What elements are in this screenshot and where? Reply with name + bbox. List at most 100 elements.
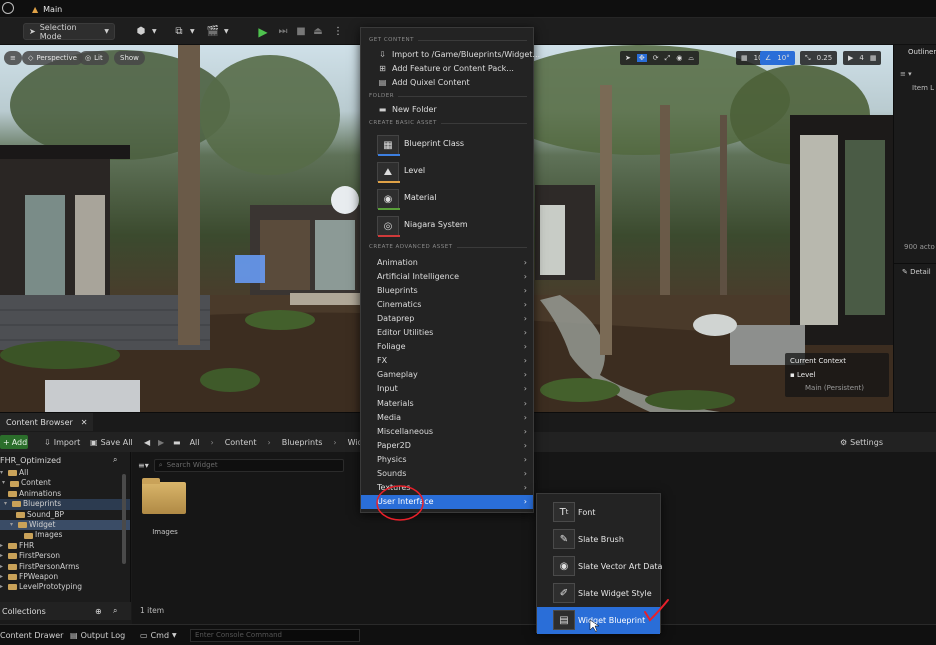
viewport-menu-button[interactable]: ≡ bbox=[4, 51, 22, 65]
menu-category-gameplay[interactable]: Gameplay › bbox=[361, 368, 533, 382]
breadcrumb-blueprints[interactable]: Blueprints bbox=[282, 438, 323, 447]
output-log-button[interactable]: ▤ Output Log bbox=[70, 629, 125, 642]
submenu-item-widget-blueprint[interactable]: ▤ Widget Blueprint bbox=[537, 607, 660, 634]
eject-button[interactable]: ⏏ bbox=[311, 23, 325, 40]
back-icon: ◀ bbox=[144, 437, 151, 447]
context-level[interactable]: ▪ Level bbox=[790, 371, 815, 379]
menu-category-physics[interactable]: Physics › bbox=[361, 452, 533, 466]
tree-item-firstpersonarms[interactable]: ▸ FirstPersonArms bbox=[0, 562, 130, 572]
folder-icon bbox=[8, 553, 17, 560]
level-tab[interactable]: ▲ Main bbox=[22, 0, 72, 18]
tree-item-blueprints[interactable]: ▾ Blueprints bbox=[0, 499, 130, 510]
menu-item-niagara-system[interactable]: ◎ Niagara System bbox=[361, 213, 533, 238]
menu-item-new-folder[interactable]: ▬ New Folder bbox=[361, 103, 533, 116]
stop-button[interactable]: ■ bbox=[294, 23, 308, 40]
save-all-button[interactable]: ▣ Save All bbox=[90, 435, 133, 449]
breadcrumb-all[interactable]: All bbox=[190, 438, 200, 447]
search-icon[interactable]: ⌕ bbox=[113, 455, 117, 465]
move-icon[interactable]: ✥ bbox=[636, 54, 647, 62]
menu-item-material[interactable]: ◉ Material bbox=[361, 186, 533, 211]
content-drawer-button[interactable]: Content Drawer bbox=[0, 629, 63, 642]
menu-category-dataprep[interactable]: Dataprep › bbox=[361, 311, 533, 325]
scale-snap[interactable]: ⤡ 0.25 bbox=[800, 51, 838, 65]
lit-button[interactable]: ◎ Lit bbox=[79, 51, 109, 65]
menu-category-input[interactable]: Input › bbox=[361, 382, 533, 396]
content-browser-tab[interactable]: Content Browser ✕ bbox=[0, 413, 94, 431]
perspective-icon: ◇ bbox=[28, 54, 34, 62]
import-button[interactable]: ⇩ Import bbox=[44, 435, 80, 449]
breadcrumb-content[interactable]: Content bbox=[225, 438, 257, 447]
cinematics-button[interactable]: 🎬 ▼ bbox=[206, 23, 229, 40]
context-level-name: Main (Persistent) bbox=[805, 384, 865, 392]
tree-item-widget[interactable]: ▾ Widget bbox=[0, 519, 130, 531]
project-root[interactable]: FHR_Optimized bbox=[0, 456, 61, 465]
menu-category-media[interactable]: Media › bbox=[361, 410, 533, 424]
menu-item-blueprint-class[interactable]: ▦ Blueprint Class bbox=[361, 132, 533, 157]
submenu-item-slate-widget-style[interactable]: ✐ Slate Widget Style bbox=[537, 580, 660, 607]
menu-category-materials[interactable]: Materials › bbox=[361, 396, 533, 410]
angle-snap[interactable]: ∠ 10° bbox=[760, 51, 795, 65]
menu-category-miscellaneous[interactable]: Miscellaneous › bbox=[361, 424, 533, 438]
submenu-item-font[interactable]: Tt Font bbox=[537, 499, 660, 526]
step-button[interactable]: ⏭ bbox=[276, 23, 290, 40]
console-input[interactable]: Enter Console Command bbox=[190, 629, 360, 642]
details-tab[interactable]: ✎ Detail bbox=[894, 263, 936, 276]
play-button[interactable]: ▶ bbox=[256, 23, 270, 40]
unreal-logo-icon[interactable] bbox=[2, 2, 14, 14]
menu-category-user-interface[interactable]: User Interface › bbox=[361, 494, 533, 509]
menu-category-cinematics[interactable]: Cinematics › bbox=[361, 297, 533, 311]
surface-snap-icon[interactable]: ⌓ bbox=[688, 54, 694, 63]
menu-category-fx[interactable]: FX › bbox=[361, 354, 533, 368]
menu-category-editor-utilities[interactable]: Editor Utilities › bbox=[361, 326, 533, 340]
cmd-dropdown[interactable]: ▭ Cmd ▼ bbox=[140, 629, 177, 642]
play-options-button[interactable]: ⋮ bbox=[331, 23, 345, 40]
menu-item-feature-pack[interactable]: ⊞ Add Feature or Content Pack... bbox=[361, 62, 533, 75]
menu-category-textures[interactable]: Textures › bbox=[361, 481, 533, 495]
add-button[interactable]: + Add bbox=[0, 435, 28, 449]
tree-item-all[interactable]: ▾ All bbox=[0, 468, 130, 478]
tree-item-fhr[interactable]: ▸ FHR bbox=[0, 541, 130, 551]
menu-category-sounds[interactable]: Sounds › bbox=[361, 467, 533, 481]
add-actor-button[interactable]: ⬢ ▼ bbox=[134, 23, 157, 40]
tree-item-levelprototyping[interactable]: ▸ LevelPrototyping bbox=[0, 582, 130, 592]
cursor-icon: ➤ bbox=[29, 27, 36, 36]
outliner-filter[interactable]: ≡ ▾ bbox=[894, 67, 936, 81]
add-collection-icon[interactable]: ⊕ bbox=[95, 607, 102, 616]
chevron-right-icon: › bbox=[523, 398, 527, 408]
chevron-right-icon: › bbox=[523, 483, 527, 493]
perspective-button[interactable]: ◇ Perspective bbox=[22, 51, 83, 65]
tree-item-sound-bp[interactable]: Sound_BP bbox=[0, 510, 130, 520]
camera-speed[interactable]: ▶ 4 ▦ bbox=[843, 51, 882, 65]
show-button[interactable]: Show bbox=[114, 51, 145, 65]
menu-item-import[interactable]: ⇩ Import to /Game/Blueprints/Widget... bbox=[361, 48, 540, 61]
select-icon[interactable]: ➤ bbox=[625, 54, 631, 62]
tree-item-firstperson[interactable]: ▸ FirstPerson bbox=[0, 551, 130, 561]
menu-category-animation[interactable]: Animation › bbox=[361, 255, 533, 269]
search-input[interactable]: ⌕ Search Widget bbox=[153, 458, 344, 472]
close-icon[interactable]: ✕ bbox=[81, 418, 88, 427]
scale-icon[interactable]: ⤢ bbox=[665, 54, 671, 63]
settings-button[interactable]: ⚙ Settings bbox=[840, 435, 883, 449]
menu-item-quixel[interactable]: ▤ Add Quixel Content bbox=[361, 76, 533, 89]
menu-category-artificial-intelligence[interactable]: Artificial Intelligence › bbox=[361, 269, 533, 283]
rotate-icon[interactable]: ⟳ bbox=[653, 54, 659, 62]
selection-mode-dropdown[interactable]: ➤ Selection Mode ▼ bbox=[23, 23, 115, 41]
world-icon[interactable]: ◉ bbox=[676, 54, 682, 62]
history-forward-button[interactable]: ▶ bbox=[158, 435, 164, 449]
submenu-item-slate-vector-art[interactable]: ◉ Slate Vector Art Data bbox=[537, 553, 662, 580]
tree-item-content[interactable]: ▾ Content bbox=[0, 478, 130, 488]
filter-icon[interactable]: ≡▾ bbox=[138, 461, 149, 470]
history-back-button[interactable]: ◀ bbox=[144, 435, 150, 449]
menu-category-blueprints[interactable]: Blueprints › bbox=[361, 283, 533, 297]
tree-scrollbar[interactable] bbox=[122, 474, 126, 564]
tree-item-fpweapon[interactable]: ▸ FPWeapon bbox=[0, 572, 130, 582]
tree-item-animations[interactable]: Animations bbox=[0, 489, 130, 499]
menu-category-foliage[interactable]: Foliage › bbox=[361, 340, 533, 354]
menu-item-level[interactable]: ⛰ Level bbox=[361, 159, 533, 184]
search-icon[interactable]: ⌕ bbox=[113, 606, 117, 616]
submenu-item-slate-brush[interactable]: ✎ Slate Brush bbox=[537, 526, 660, 553]
asset-tile-images[interactable]: Images bbox=[142, 478, 188, 542]
menu-category-paper2d[interactable]: Paper2D › bbox=[361, 438, 533, 452]
tree-item-images[interactable]: Images bbox=[0, 530, 130, 540]
blueprint-button[interactable]: ⧉ ▼ bbox=[172, 23, 194, 40]
